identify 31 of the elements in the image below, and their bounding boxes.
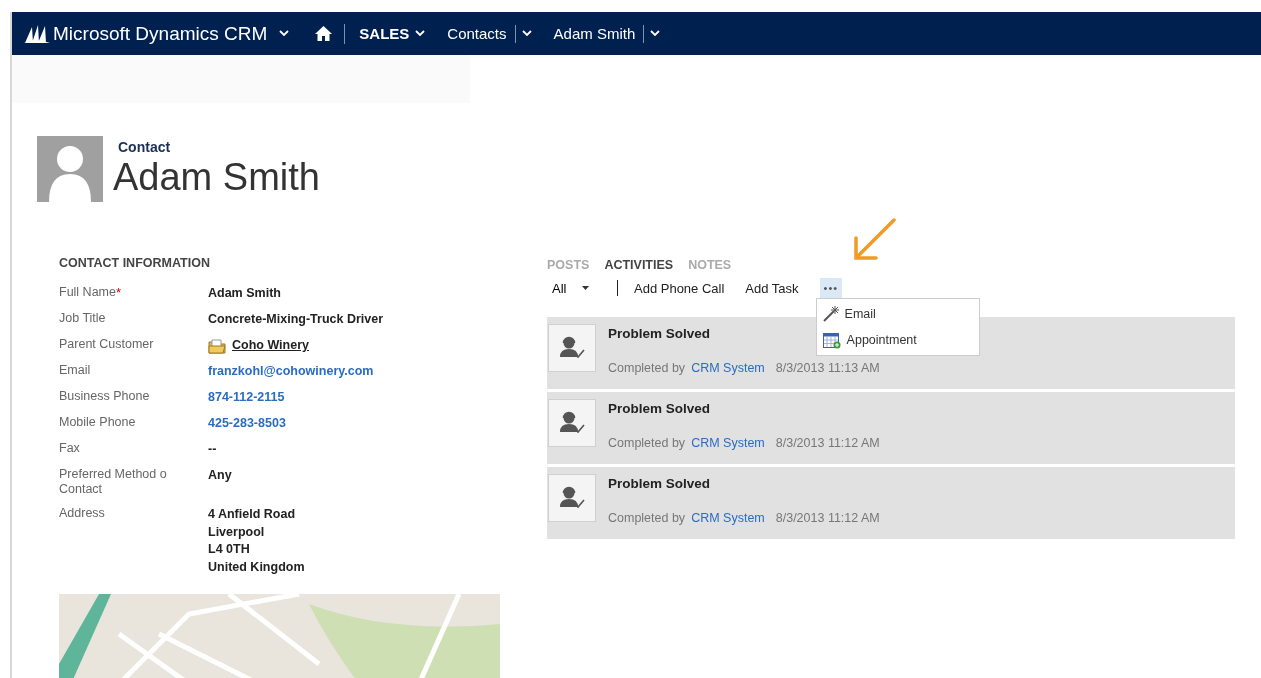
activity-title: Problem Solved [608, 401, 711, 416]
completed-by-label: Completed by [608, 436, 686, 450]
field-label: Address [59, 506, 105, 520]
field-label: Parent Customer [59, 337, 154, 351]
required-asterisk: * [115, 285, 122, 300]
field-label: Full Name [59, 285, 116, 299]
address-line: Liverpool [208, 523, 266, 541]
field-value: Any [208, 467, 232, 484]
activity-title: Problem Solved [608, 326, 711, 341]
entity-label: Contact [117, 139, 172, 155]
activity-timestamp: 8/3/2013 11:12 AM [775, 511, 880, 525]
field-value: Adam Smith [208, 285, 281, 302]
activity-title: Problem Solved [608, 476, 711, 491]
record-title: Adam Smith [113, 155, 320, 199]
address-line: United Kingdom [208, 558, 305, 576]
activity-timestamp: 8/3/2013 11:13 AM [775, 361, 880, 375]
app-title: Microsoft Dynamics CRM [53, 22, 268, 45]
activity-timestamp: 8/3/2013 11:12 AM [775, 436, 880, 450]
field-value: Concrete-Mixing-Truck Driver [208, 311, 384, 328]
field-label: Email [59, 363, 91, 377]
address-line: L4 0TH [208, 541, 251, 558]
address-line: 4 Anfield Road [208, 506, 297, 523]
completed-by-label: Completed by [608, 511, 686, 525]
field-label: Preferred Method o Contact [59, 467, 167, 496]
field-label: Job Title [59, 311, 106, 325]
field-value: -- [208, 441, 217, 458]
section-title: CONTACT INFORMATION [59, 256, 211, 270]
field-label: Business Phone [59, 389, 150, 403]
completed-by-label: Completed by [608, 361, 686, 375]
field-label: Fax [59, 441, 80, 455]
field-label: Mobile Phone [59, 415, 136, 429]
